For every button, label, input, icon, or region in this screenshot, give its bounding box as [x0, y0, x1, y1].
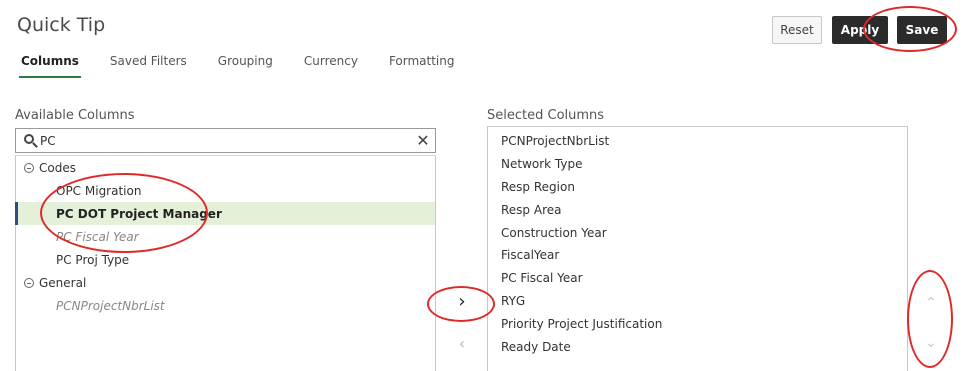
- list-item[interactable]: Resp Area: [488, 198, 907, 221]
- chevron-right-icon[interactable]: ›: [452, 291, 472, 312]
- list-item[interactable]: OPC Migration: [16, 179, 435, 202]
- list-item[interactable]: PC Fiscal Year: [488, 267, 907, 290]
- available-columns-label: Available Columns: [15, 108, 135, 123]
- group-codes[interactable]: Codes: [16, 156, 435, 179]
- list-item[interactable]: RYG: [488, 290, 907, 313]
- list-item-selected[interactable]: PC DOT Project Manager: [15, 202, 435, 225]
- search-icon: [16, 129, 40, 152]
- list-item[interactable]: Construction Year: [488, 221, 907, 244]
- apply-button[interactable]: Apply: [832, 16, 888, 44]
- selected-columns-label: Selected Columns: [487, 108, 605, 123]
- list-item[interactable]: PCNProjectNbrList: [488, 130, 907, 153]
- list-item[interactable]: Ready Date: [488, 335, 907, 358]
- list-item[interactable]: Resp Region: [488, 176, 907, 199]
- annotation-circle-reorder: [907, 270, 953, 368]
- group-general[interactable]: General: [16, 271, 435, 294]
- chevron-up-icon[interactable]: ⌃: [922, 295, 940, 311]
- chevron-down-icon[interactable]: ⌄: [922, 335, 940, 351]
- available-columns-list: Codes OPC Migration PC DOT Project Manag…: [15, 155, 436, 371]
- tab-bar: Columns Saved Filters Grouping Currency …: [19, 54, 484, 78]
- tab-grouping[interactable]: Grouping: [216, 54, 275, 78]
- list-item[interactable]: PC Proj Type: [16, 248, 435, 271]
- column-search: ✕: [15, 128, 436, 153]
- tab-formatting[interactable]: Formatting: [387, 54, 457, 78]
- list-item[interactable]: Priority Project Justification: [488, 312, 907, 335]
- close-icon[interactable]: ✕: [411, 131, 435, 150]
- reset-button[interactable]: Reset: [772, 16, 822, 44]
- list-item-disabled: PCNProjectNbrList: [56, 298, 165, 313]
- list-item-disabled: PC Fiscal Year: [56, 229, 139, 244]
- tab-currency[interactable]: Currency: [302, 54, 360, 78]
- collapse-icon[interactable]: [24, 162, 34, 173]
- group-label: General: [39, 275, 87, 290]
- list-item[interactable]: FiscalYear: [488, 244, 907, 267]
- collapse-icon[interactable]: [24, 277, 34, 288]
- chevron-left-icon[interactable]: ‹: [452, 333, 472, 353]
- tab-columns[interactable]: Columns: [19, 54, 81, 78]
- selected-columns-list: PCNProjectNbrList Network Type Resp Regi…: [487, 126, 908, 371]
- search-input[interactable]: [40, 129, 411, 152]
- group-label: Codes: [39, 160, 76, 175]
- save-button[interactable]: Save: [897, 16, 947, 44]
- list-item[interactable]: Network Type: [488, 153, 907, 176]
- tab-saved-filters[interactable]: Saved Filters: [108, 54, 189, 78]
- page-title: Quick Tip: [17, 14, 106, 36]
